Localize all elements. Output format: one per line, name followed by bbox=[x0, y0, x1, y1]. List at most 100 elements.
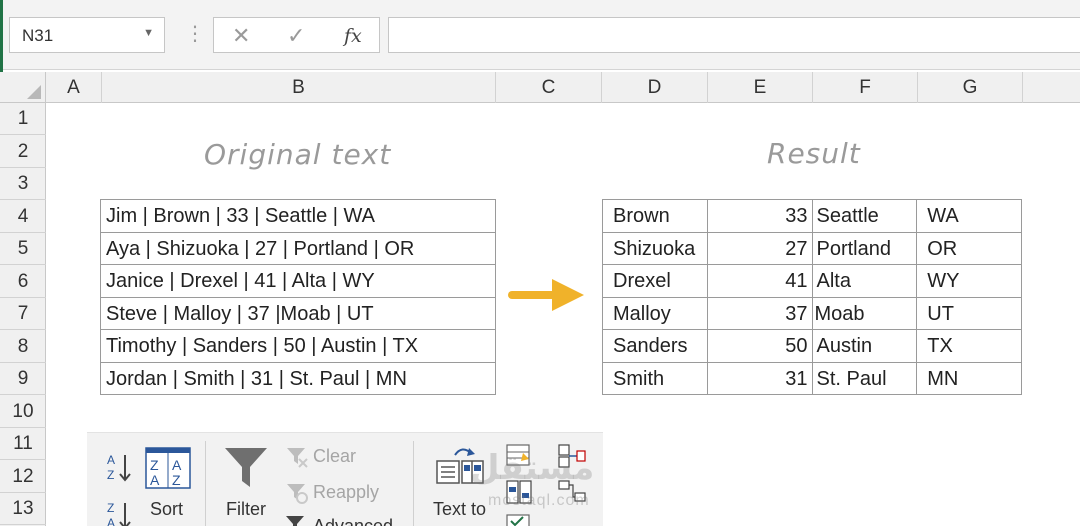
svg-text:Z: Z bbox=[107, 501, 114, 515]
sort-z-to-a-icon[interactable]: Z A bbox=[105, 499, 135, 526]
row-header[interactable]: 5 bbox=[0, 233, 46, 265]
city-cell[interactable]: Alta bbox=[813, 265, 918, 297]
data-validation-icon[interactable] bbox=[505, 513, 533, 526]
svg-text:A: A bbox=[107, 453, 115, 467]
last-name-cell[interactable]: Sanders bbox=[603, 330, 708, 362]
row-headers: 1 2 3 4 5 6 7 8 9 10 11 12 13 bbox=[0, 103, 46, 526]
state-cell[interactable]: UT bbox=[917, 297, 1023, 329]
advanced-filter-icon bbox=[286, 516, 304, 526]
original-cell[interactable]: Steve | Malloy | 37 |Moab | UT bbox=[101, 297, 496, 330]
row-header[interactable]: 12 bbox=[0, 461, 46, 493]
last-name-cell[interactable]: Drexel bbox=[603, 265, 708, 297]
last-name-cell[interactable]: Shizuoka bbox=[603, 232, 708, 264]
city-cell[interactable]: Seattle bbox=[813, 200, 918, 232]
select-all-button[interactable] bbox=[0, 72, 46, 103]
age-cell[interactable]: 37 bbox=[708, 297, 813, 329]
row-header[interactable]: 1 bbox=[0, 103, 46, 135]
state-cell[interactable]: TX bbox=[917, 330, 1022, 362]
more-options-icon: ⋮ bbox=[185, 23, 205, 45]
reapply-button[interactable]: Reapply bbox=[313, 482, 379, 503]
original-cell[interactable]: Jim | Brown | 33 | Seattle | WA bbox=[101, 200, 496, 233]
state-cell[interactable]: MN bbox=[917, 362, 1022, 394]
clear-filter-icon bbox=[287, 448, 308, 468]
table-row: Smith 31 St. Paul MN bbox=[603, 362, 1022, 395]
advanced-button[interactable]: Advanced bbox=[313, 516, 393, 526]
age-cell[interactable]: 31 bbox=[708, 362, 813, 394]
sort-button[interactable]: Sort bbox=[150, 499, 183, 520]
result-title: Result bbox=[767, 137, 861, 170]
city-cell[interactable]: Portland bbox=[813, 232, 918, 264]
original-cell[interactable]: Aya | Shizuoka | 27 | Portland | OR bbox=[101, 232, 496, 265]
column-header-f[interactable]: F bbox=[813, 72, 918, 103]
svg-text:A: A bbox=[107, 516, 115, 526]
state-cell[interactable]: WA bbox=[917, 200, 1022, 232]
age-cell[interactable]: 41 bbox=[708, 265, 813, 297]
reapply-icon bbox=[287, 484, 308, 504]
cancel-icon[interactable]: ✕ bbox=[232, 23, 250, 49]
check-icon[interactable]: ✓ bbox=[287, 23, 305, 49]
last-name-cell[interactable]: Malloy bbox=[603, 297, 708, 329]
watermark-logo: مستقل bbox=[470, 449, 595, 487]
row-header[interactable]: 4 bbox=[0, 201, 46, 233]
row-header[interactable]: 13 bbox=[0, 493, 46, 525]
right-arrow-icon bbox=[508, 279, 584, 311]
column-header-c[interactable]: C bbox=[496, 72, 602, 103]
column-header-g[interactable]: G bbox=[918, 72, 1023, 103]
text-to-columns-button[interactable]: Text to bbox=[433, 499, 486, 520]
city-cell[interactable]: St. Paul bbox=[813, 362, 918, 394]
age-cell[interactable]: 27 bbox=[708, 232, 813, 264]
row-header[interactable]: 9 bbox=[0, 363, 46, 395]
original-cell[interactable]: Janice | Drexel | 41 | Alta | WY bbox=[101, 265, 496, 298]
city-cell[interactable]: Moab bbox=[813, 297, 918, 329]
table-row: Drexel 41 Alta WY bbox=[603, 265, 1022, 298]
insert-function-icon[interactable]: fx bbox=[344, 25, 362, 47]
name-box[interactable]: N31 ▼ bbox=[9, 17, 165, 53]
svg-text:Z: Z bbox=[150, 457, 159, 473]
table-row: Malloy 37 Moab UT bbox=[603, 297, 1023, 330]
original-text-title: Original text bbox=[204, 138, 392, 171]
state-cell[interactable]: WY bbox=[917, 265, 1022, 297]
row-header[interactable]: 3 bbox=[0, 168, 46, 200]
ribbon-separator bbox=[205, 441, 206, 526]
result-table: Brown 33 Seattle WA Shizuoka 27 Portland… bbox=[602, 199, 1023, 395]
formula-buttons: ✕ ✓ fx bbox=[213, 17, 380, 53]
row-header[interactable]: 6 bbox=[0, 266, 46, 298]
age-cell[interactable]: 50 bbox=[708, 330, 813, 362]
svg-text:A: A bbox=[172, 457, 182, 473]
original-cell[interactable]: Timothy | Sanders | 50 | Austin | TX bbox=[101, 330, 496, 363]
last-name-cell[interactable]: Brown bbox=[603, 200, 708, 232]
row-header[interactable]: 7 bbox=[0, 298, 46, 330]
table-row: Sanders 50 Austin TX bbox=[603, 330, 1022, 363]
state-cell[interactable]: OR bbox=[917, 232, 1022, 264]
table-row: Brown 33 Seattle WA bbox=[603, 200, 1022, 233]
age-cell[interactable]: 33 bbox=[708, 200, 813, 232]
column-headers: A B C D E F G bbox=[0, 72, 1080, 103]
svg-text:Z: Z bbox=[172, 472, 181, 488]
city-cell[interactable]: Austin bbox=[813, 330, 918, 362]
last-name-cell[interactable]: Smith bbox=[603, 362, 708, 394]
formula-input[interactable] bbox=[388, 17, 1080, 53]
row-header[interactable]: 2 bbox=[0, 136, 46, 168]
watermark-url: mostaql.com bbox=[488, 492, 590, 509]
original-text-table: Jim | Brown | 33 | Seattle | WA Aya | Sh… bbox=[100, 199, 496, 395]
ribbon-separator bbox=[413, 441, 414, 526]
filter-icon[interactable] bbox=[223, 445, 269, 491]
clear-button[interactable]: Clear bbox=[313, 446, 356, 467]
row-header[interactable]: 10 bbox=[0, 396, 46, 428]
sort-a-to-z-icon[interactable]: A Z bbox=[105, 451, 135, 485]
svg-text:Z: Z bbox=[107, 468, 114, 482]
formula-bar-area: N31 ▼ ⋮ ✕ ✓ fx bbox=[0, 0, 1080, 70]
sort-icon[interactable]: Z A A Z bbox=[145, 447, 191, 489]
column-header-b[interactable]: B bbox=[102, 72, 496, 103]
chevron-down-icon[interactable]: ▼ bbox=[143, 27, 154, 39]
column-header-d[interactable]: D bbox=[602, 72, 708, 103]
row-header[interactable]: 8 bbox=[0, 331, 46, 363]
row-header[interactable]: 11 bbox=[0, 428, 46, 460]
column-header-e[interactable]: E bbox=[708, 72, 813, 103]
svg-text:A: A bbox=[150, 472, 160, 488]
name-box-value: N31 bbox=[22, 26, 54, 45]
column-header-a[interactable]: A bbox=[46, 72, 102, 103]
table-row: Shizuoka 27 Portland OR bbox=[603, 232, 1022, 265]
filter-button[interactable]: Filter bbox=[226, 499, 266, 520]
original-cell[interactable]: Jordan | Smith | 31 | St. Paul | MN bbox=[101, 362, 496, 395]
